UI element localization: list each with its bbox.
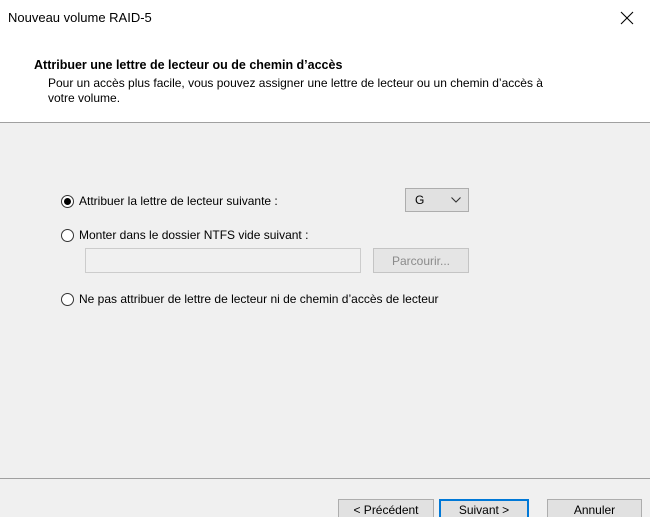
assign-letter-label: Attribuer la lettre de lecteur suivante … — [79, 194, 278, 208]
assign-letter-option[interactable]: Attribuer la lettre de lecteur suivante … — [61, 192, 278, 210]
chevron-down-icon — [451, 197, 461, 203]
window-title: Nouveau volume RAID-5 — [8, 10, 152, 25]
cancel-button[interactable]: Annuler — [547, 499, 642, 517]
close-button[interactable] — [604, 0, 650, 36]
assign-letter-radio[interactable] — [61, 194, 74, 208]
mount-folder-label: Monter dans le dossier NTFS vide suivant… — [79, 228, 309, 242]
drive-letter-select[interactable]: G — [405, 188, 469, 212]
page-description: Pour un accès plus facile, vous pouvez a… — [48, 76, 543, 105]
title-bar: Nouveau volume RAID-5 — [0, 0, 650, 36]
browse-button[interactable]: Parcourir... — [373, 248, 469, 273]
no-assign-option[interactable]: Ne pas attribuer de lettre de lecteur ni… — [61, 290, 439, 308]
close-icon — [620, 11, 634, 25]
mount-folder-path-input[interactable] — [85, 248, 361, 273]
wizard-header: Attribuer une lettre de lecteur ou de ch… — [0, 36, 650, 122]
back-button[interactable]: < Précédent — [338, 499, 434, 517]
page-heading: Attribuer une lettre de lecteur ou de ch… — [34, 58, 343, 72]
mount-folder-option[interactable]: Monter dans le dossier NTFS vide suivant… — [61, 226, 308, 244]
mount-folder-radio[interactable] — [61, 228, 74, 242]
no-assign-radio[interactable] — [61, 292, 74, 306]
no-assign-label: Ne pas attribuer de lettre de lecteur ni… — [79, 292, 439, 306]
drive-letter-value: G — [415, 193, 425, 207]
next-button[interactable]: Suivant > — [439, 499, 529, 517]
